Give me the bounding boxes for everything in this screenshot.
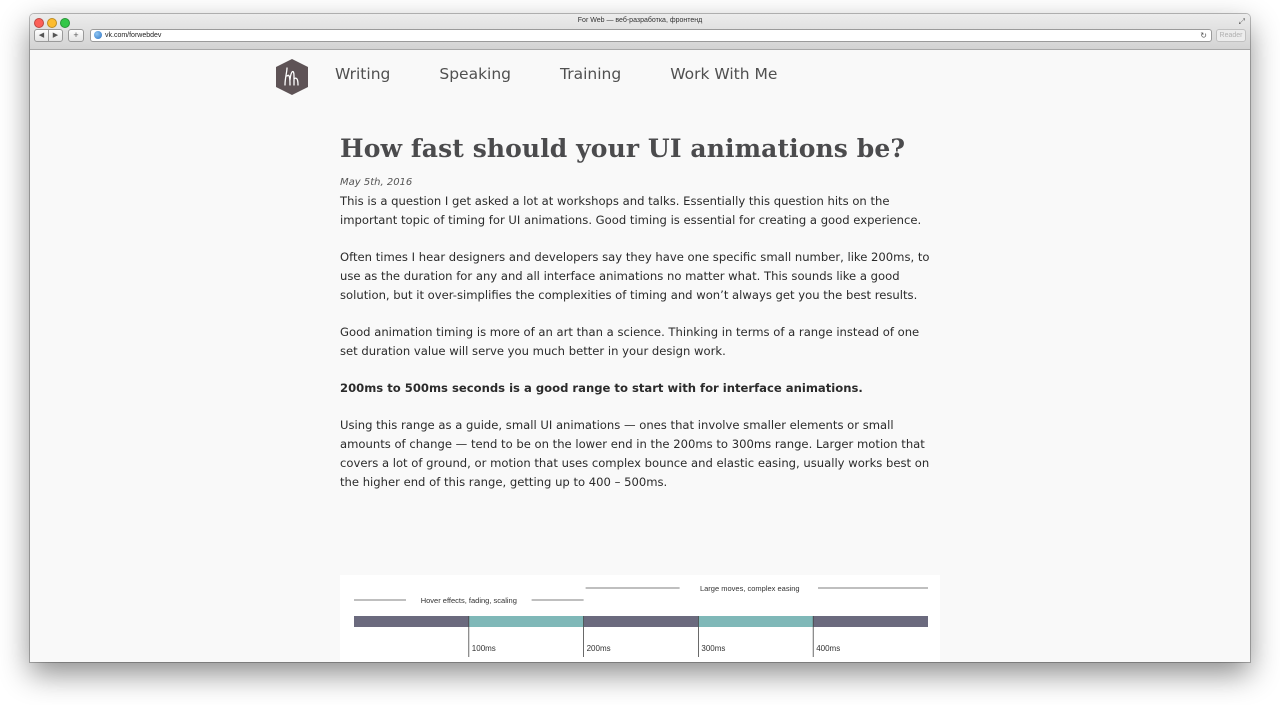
article-paragraph: Using this range as a guide, small UI an… bbox=[340, 418, 930, 489]
nav-item-work-with-me[interactable]: Work With Me bbox=[670, 65, 777, 83]
page-content: Writing Speaking Training Work With Me H… bbox=[30, 50, 1250, 662]
main-nav: Writing Speaking Training Work With Me bbox=[335, 65, 826, 83]
tick-label: 400ms bbox=[816, 644, 840, 653]
article-paragraph: This is a question I get asked a lot at … bbox=[340, 194, 922, 227]
back-button[interactable]: ◀ bbox=[34, 29, 49, 42]
address-bar[interactable]: vk.com/forwebdev ↻ bbox=[90, 29, 1212, 42]
tick-label: 200ms bbox=[587, 644, 611, 653]
forward-button[interactable]: ▶ bbox=[48, 29, 63, 42]
url-text: vk.com/forwebdev bbox=[105, 32, 162, 39]
nav-item-training[interactable]: Training bbox=[560, 65, 621, 83]
tick-label: 100ms bbox=[472, 644, 496, 653]
timeline-segment bbox=[698, 616, 814, 627]
timeline-segment bbox=[354, 616, 469, 627]
globe-icon bbox=[94, 31, 102, 39]
article-title: How fast should your UI animations be? bbox=[340, 134, 906, 163]
tick-label: 300ms bbox=[701, 644, 725, 653]
range-label-large: Large moves, complex easing bbox=[700, 584, 800, 593]
article-date: May 5th, 2016 bbox=[340, 177, 413, 188]
reload-icon[interactable]: ↻ bbox=[1200, 30, 1207, 41]
timeline-segment bbox=[813, 616, 928, 627]
window-title: For Web — веб-разработка, фронтенд bbox=[577, 17, 703, 24]
browser-window: For Web — веб-разработка, фронтенд ⤢ ◀ ▶… bbox=[30, 14, 1250, 662]
add-bookmark-button[interactable]: + bbox=[68, 29, 84, 42]
nav-item-writing[interactable]: Writing bbox=[335, 65, 390, 83]
timeline-segment bbox=[583, 616, 699, 627]
site-logo[interactable] bbox=[274, 58, 310, 96]
timing-diagram: 100ms 200ms 300ms 400ms Hover effects, fadin… bbox=[340, 575, 940, 662]
article-paragraph: Often times I hear designers and develop… bbox=[340, 250, 930, 302]
fullscreen-icon[interactable]: ⤢ bbox=[1239, 17, 1245, 27]
article: How fast should your UI animations be? M… bbox=[340, 134, 940, 510]
timing-diagram-graphic: 100ms 200ms 300ms 400ms Hover effects, fadin… bbox=[354, 584, 928, 657]
hexagon-logo-icon bbox=[276, 59, 308, 95]
browser-titlebar: For Web — веб-разработка, фронтенд ⤢ ◀ ▶… bbox=[30, 14, 1250, 50]
nav-item-speaking[interactable]: Speaking bbox=[439, 65, 511, 83]
reader-button[interactable]: Reader bbox=[1216, 29, 1246, 42]
article-highlight: 200ms to 500ms seconds is a good range t… bbox=[340, 381, 863, 395]
article-paragraph: Good animation timing is more of an art … bbox=[340, 325, 920, 358]
range-label-small: Hover effects, fading, scaling bbox=[421, 596, 517, 605]
timeline-segment bbox=[468, 616, 584, 627]
